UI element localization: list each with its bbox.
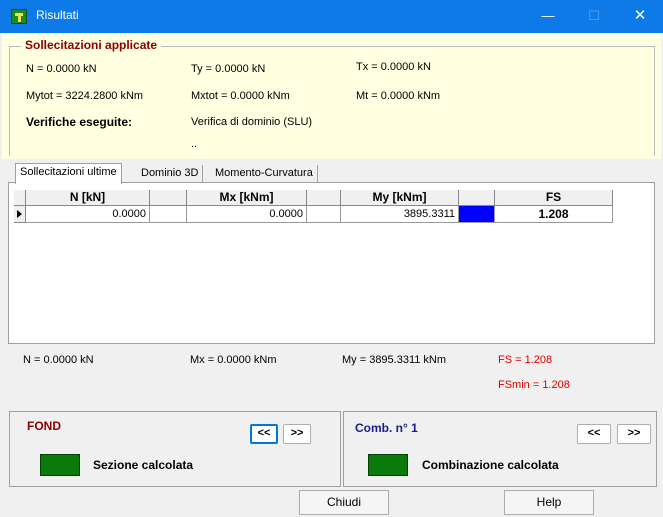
combination-status-label: Combinazione calcolata: [422, 458, 559, 472]
cell-n[interactable]: 0.0000: [26, 206, 150, 223]
header-mx-spacer: [307, 190, 341, 206]
sezione-status-label: Sezione calcolata: [93, 458, 194, 472]
cell-fs[interactable]: 1.208: [495, 206, 613, 223]
result-mx: Mx = 0.0000 kNm: [190, 354, 277, 366]
result-my: My = 3895.3311 kNm: [342, 354, 447, 366]
header-my-spacer: [459, 190, 495, 206]
applied-mt: Mt = 0.0000 kNm: [356, 90, 441, 102]
applied-mxtot: Mxtot = 0.0000 kNm: [191, 90, 290, 102]
header-n-spacer: [150, 190, 187, 206]
maximize-button[interactable]: ☐: [571, 0, 617, 33]
verifiche-value: Verifica di dominio (SLU): [191, 116, 313, 128]
fond-panel: FOND << >> Sezione calcolata: [9, 411, 341, 487]
fond-prev-button[interactable]: <<: [250, 424, 278, 444]
close-dialog-button[interactable]: Chiudi: [299, 490, 389, 515]
tab-strip: Sollecitazioni ultime Dominio 3D Momento…: [0, 161, 663, 184]
header-n[interactable]: N [kN]: [26, 190, 150, 206]
header-fs[interactable]: FS: [495, 190, 613, 206]
combination-status-indicator: [368, 454, 408, 476]
result-fs: FS = 1.208: [498, 354, 553, 366]
combination-prev-button[interactable]: <<: [577, 424, 611, 444]
sezione-status-indicator: [40, 454, 80, 476]
verifiche-extra: ..: [191, 138, 198, 150]
row-selector-icon[interactable]: [14, 206, 26, 223]
result-fsmin: FSmin = 1.208: [498, 379, 570, 391]
applied-mytot: Mytot = 3224.2800 kNm: [26, 90, 144, 102]
applied-loads-panel: Sollecitazioni applicate N = 0.0000 kN T…: [2, 34, 661, 159]
tab-sollecitazioni-ultime[interactable]: Sollecitazioni ultime: [15, 163, 122, 184]
result-n: N = 0.0000 kN: [23, 354, 94, 366]
cell-n-spacer: [150, 206, 187, 223]
combination-next-button[interactable]: >>: [617, 424, 651, 444]
header-mx[interactable]: Mx [kNm]: [187, 190, 307, 206]
window-title: Risultati: [36, 8, 79, 22]
applied-loads-legend: Sollecitazioni applicate: [21, 38, 162, 52]
header-my[interactable]: My [kNm]: [341, 190, 459, 206]
combination-title: Comb. n° 1: [355, 421, 418, 435]
tab-momento-curvatura[interactable]: Momento-Curvatura: [211, 165, 318, 183]
combination-panel: Comb. n° 1 << >> Combinazione calcolata: [343, 411, 657, 487]
close-button[interactable]: ✕: [617, 0, 663, 33]
title-bar[interactable]: Risultati — ☐ ✕: [0, 0, 663, 33]
applied-n: N = 0.0000 kN: [26, 63, 97, 75]
tab-dominio-3d[interactable]: Dominio 3D: [137, 165, 204, 183]
cell-mx-spacer: [307, 206, 341, 223]
fond-title: FOND: [27, 419, 61, 433]
results-summary: N = 0.0000 kN Mx = 0.0000 kNm My = 3895.…: [0, 346, 663, 404]
cell-my[interactable]: 3895.3311: [341, 206, 459, 223]
applied-ty: Ty = 0.0000 kN: [191, 63, 266, 75]
app-icon: [11, 9, 27, 24]
cell-mx[interactable]: 0.0000: [187, 206, 307, 223]
grid-corner: [14, 190, 26, 206]
minimize-button[interactable]: —: [525, 0, 571, 33]
verifiche-label: Verifiche eseguite:: [26, 115, 133, 129]
help-button[interactable]: Help: [504, 490, 594, 515]
fond-next-button[interactable]: >>: [283, 424, 311, 444]
applied-tx: Tx = 0.0000 kN: [356, 61, 431, 73]
results-grid[interactable]: N [kN] Mx [kNm] My [kNm] FS 0.0000 0.000…: [8, 182, 655, 344]
cell-status-color: [459, 206, 495, 223]
